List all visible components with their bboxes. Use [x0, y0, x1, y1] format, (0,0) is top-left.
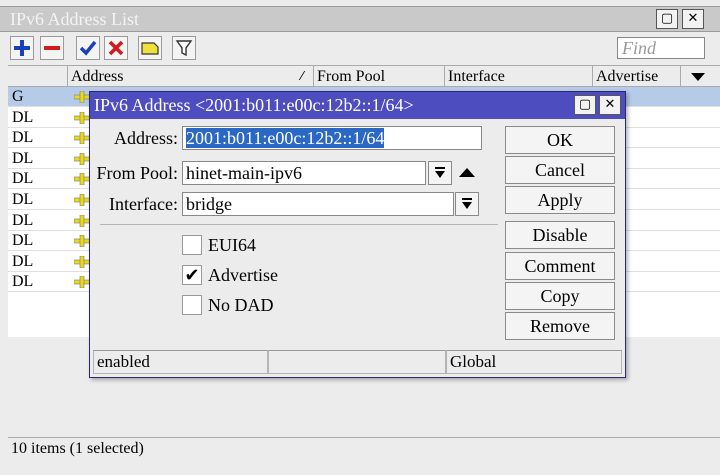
close-button[interactable]: ✕ [682, 9, 704, 29]
sort-indicator-icon: ⁄ [300, 69, 303, 83]
from-pool-select[interactable]: hinet-main-ipv6 [182, 161, 426, 185]
filter-icon [175, 40, 193, 57]
address-label: Address: [114, 128, 178, 148]
toolbar: Find [0, 33, 720, 65]
list-status: 10 items (1 selected) [8, 437, 720, 461]
dialog-maximize-button[interactable]: ▢ [574, 95, 596, 115]
dialog-close-button[interactable]: ✕ [599, 95, 621, 115]
row-flag: DL [12, 108, 34, 126]
advertise-label: Advertise [208, 265, 278, 285]
add-button[interactable] [10, 36, 34, 60]
address-icon [74, 111, 90, 124]
remove-button[interactable]: Remove [505, 312, 615, 340]
maximize-button[interactable]: ▢ [656, 9, 678, 29]
ok-button[interactable]: OK [505, 126, 615, 154]
status-middle [268, 350, 446, 374]
cross-icon [108, 40, 124, 56]
disable-button[interactable] [104, 36, 128, 60]
row-flag: DL [12, 129, 34, 147]
dialog-titlebar[interactable]: IPv6 Address <2001:b011:e00c:12b2::1/64>… [90, 92, 625, 119]
eui64-checkbox[interactable] [182, 235, 202, 255]
window-titlebar[interactable]: IPv6 Address List ▢ ✕ [0, 6, 720, 32]
from-pool-collapse-button[interactable] [458, 165, 476, 181]
row-flag: DL [12, 170, 34, 188]
interface-dropdown-button[interactable] [455, 192, 479, 216]
row-flag: DL [12, 149, 34, 167]
address-icon [74, 152, 90, 165]
from-pool-label: From Pool: [96, 163, 178, 183]
address-icon [74, 214, 90, 227]
address-icon [74, 276, 90, 289]
eui64-label: EUI64 [208, 235, 256, 255]
interface-select[interactable]: bridge [182, 192, 454, 216]
column-advertise[interactable]: Advertise [593, 66, 681, 87]
row-flag: DL [12, 232, 34, 250]
row-flag: G [12, 88, 24, 105]
dialog-status-bar: enabled Global [93, 350, 622, 374]
column-menu-button[interactable] [681, 66, 720, 87]
column-flags[interactable] [8, 66, 68, 87]
address-icon [74, 194, 90, 206]
dropdown-arrow-icon [462, 198, 472, 209]
find-input[interactable]: Find [617, 37, 705, 59]
chevron-down-icon [691, 73, 705, 81]
address-icon [74, 255, 90, 268]
section-divider [100, 224, 498, 225]
comment-button[interactable] [138, 36, 162, 60]
status-state: enabled [93, 350, 268, 374]
dropdown-arrow-icon [435, 167, 445, 178]
address-icon [74, 173, 90, 186]
column-address-label: Address [71, 68, 124, 85]
column-address[interactable]: Address ⁄ [68, 66, 314, 87]
disable-address-button[interactable]: Disable [505, 221, 615, 249]
triangle-up-icon [459, 168, 475, 177]
row-flag: DL [12, 252, 34, 270]
minus-icon [44, 46, 60, 50]
advertise-checkbox[interactable]: ✔ [182, 264, 202, 286]
interface-label: Interface: [109, 194, 178, 214]
column-from-pool[interactable]: From Pool [314, 66, 445, 87]
cancel-button[interactable]: Cancel [505, 156, 615, 184]
filter-button[interactable] [172, 36, 196, 60]
check-icon [79, 40, 97, 56]
remove-item-button[interactable] [40, 36, 64, 60]
enable-button[interactable] [76, 36, 100, 60]
checkmark-icon: ✔ [184, 264, 200, 286]
address-value: 2001:b011:e00c:12b2::1/64 [186, 128, 385, 148]
row-flag: DL [12, 191, 34, 208]
comment-icon [141, 42, 159, 55]
status-scope: Global [446, 350, 622, 374]
address-icon [74, 132, 90, 145]
no-dad-checkbox[interactable] [182, 295, 202, 315]
apply-button[interactable]: Apply [505, 186, 615, 214]
row-flag: DL [12, 273, 34, 291]
ipv6-address-dialog: IPv6 Address <2001:b011:e00c:12b2::1/64>… [89, 91, 626, 378]
row-flag: DL [12, 211, 34, 229]
address-input[interactable]: 2001:b011:e00c:12b2::1/64 [182, 126, 482, 150]
address-icon [74, 235, 90, 248]
window-title: IPv6 Address List [10, 9, 140, 29]
no-dad-label: No DAD [208, 295, 274, 315]
plus-icon [14, 40, 30, 56]
from-pool-dropdown-button[interactable] [428, 161, 452, 185]
dialog-title: IPv6 Address <2001:b011:e00c:12b2::1/64> [94, 95, 414, 115]
column-interface[interactable]: Interface [445, 66, 593, 87]
comment-address-button[interactable]: Comment [505, 252, 615, 280]
table-header: Address ⁄ From Pool Interface Advertise [8, 65, 720, 87]
copy-button[interactable]: Copy [505, 282, 615, 310]
address-icon [74, 91, 90, 103]
